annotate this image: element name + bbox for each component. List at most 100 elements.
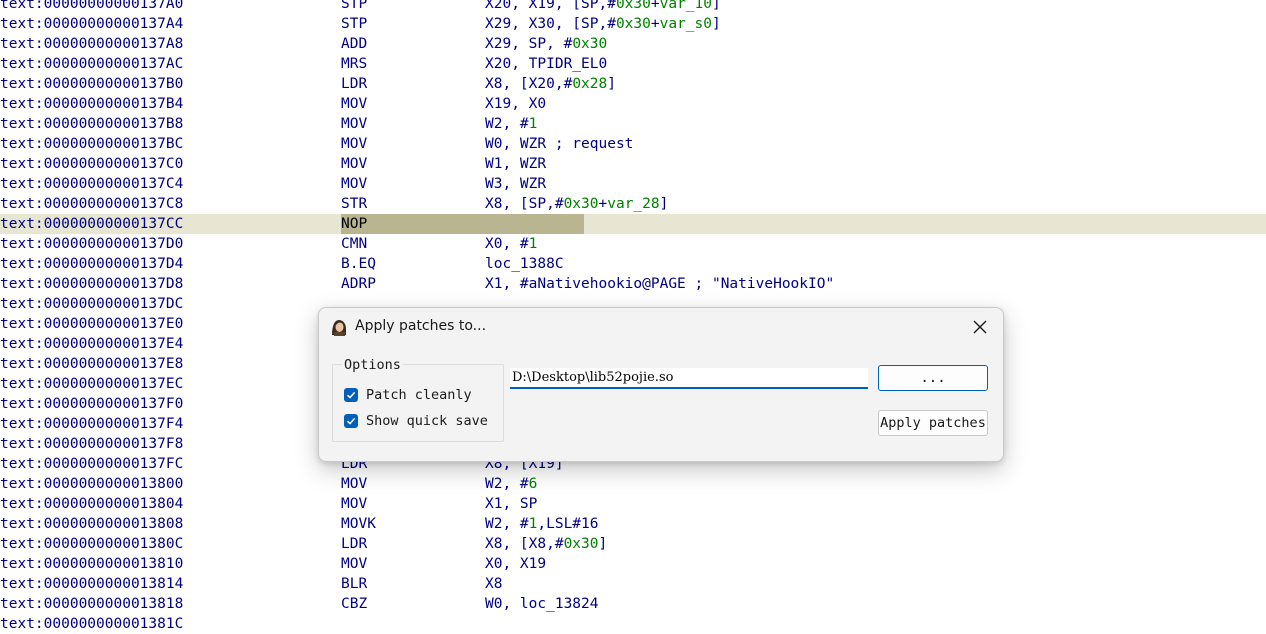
line-operands: X19, X0	[485, 94, 546, 114]
listing-line[interactable]: text:00000000000137C8 STR X8, [SP,#0x30+va…	[0, 194, 1266, 214]
line-address: text:00000000000137C8	[0, 196, 184, 212]
line-mnemonic: MOV	[341, 96, 368, 112]
line-operands: X1, #aNativehookio@PAGE ; "NativeHookIO"	[485, 274, 834, 294]
line-operands: X8, [SP,#0x30+var_28]	[485, 194, 668, 214]
listing-line[interactable]: text:00000000000137A0 STP X20, X19, [SP,#0…	[0, 0, 1266, 14]
operand-token: 0x30	[615, 16, 651, 32]
line-address: text:00000000000137B8	[0, 116, 184, 132]
line-comment: ; request	[554, 136, 634, 152]
operand-token: ]	[598, 536, 608, 552]
listing-line[interactable]: text:0000000000013814 BLR X8	[0, 574, 1266, 594]
operand-token: +	[650, 16, 660, 32]
line-address: text:00000000000137B4	[0, 96, 184, 112]
operand-token: 6	[528, 476, 538, 492]
listing-line[interactable]: text:00000000000137AC MRS X20, TPIDR_EL0	[0, 54, 1266, 74]
line-mnemonic: LDR	[341, 76, 368, 92]
show-quick-save-checkbox[interactable]: Show quick save	[344, 412, 488, 430]
apply-patches-button[interactable]: Apply patches	[878, 410, 988, 436]
operand-token: W2, #	[485, 476, 529, 492]
listing-line[interactable]: text:00000000000137C0 MOV W1, WZR	[0, 154, 1266, 174]
line-operands: X1, SP	[485, 494, 537, 514]
line-mnemonic: ADD	[341, 36, 368, 52]
close-button[interactable]	[967, 314, 993, 340]
line-address: text:0000000000013804	[0, 496, 184, 512]
operand-token: X8, [X20,#	[485, 76, 573, 92]
listing-line[interactable]: text:0000000000013818 CBZ W0, loc_13824	[0, 594, 1266, 614]
line-address: text:00000000000137DC	[0, 296, 184, 312]
line-address: text:0000000000013800	[0, 476, 184, 492]
listing-line[interactable]: text:00000000000137D4 B.EQ loc_1388C	[0, 254, 1266, 274]
line-address: text:00000000000137C4	[0, 176, 184, 192]
line-address: text:00000000000137D4	[0, 256, 184, 272]
operand-token: var_28	[607, 196, 660, 212]
line-operands: X20, TPIDR_EL0	[485, 54, 607, 74]
listing-line[interactable]: text:00000000000137D8 ADRP X1, #aNativehoo…	[0, 274, 1266, 294]
listing-line[interactable]: text:00000000000137A4 STP X29, X30, [SP,#0…	[0, 14, 1266, 34]
operand-token: X19, X0	[485, 96, 547, 112]
listing-line[interactable]: text:00000000000137A8 ADD X29, SP, #0x30	[0, 34, 1266, 54]
line-operands: W3, WZR	[485, 174, 546, 194]
line-mnemonic: MRS	[341, 56, 368, 72]
line-mnemonic: MOV	[341, 136, 368, 152]
line-address: text:00000000000137F0	[0, 396, 184, 412]
close-icon	[973, 320, 987, 334]
dialog-title-bar[interactable]: Apply patches to...	[319, 308, 1003, 346]
listing-line[interactable]: text:00000000000137C4 MOV W3, WZR	[0, 174, 1266, 194]
patch-cleanly-checkbox[interactable]: Patch cleanly	[344, 386, 472, 404]
listing-line[interactable]: text:00000000000137B8 MOV W2, #1	[0, 114, 1266, 134]
line-mnemonic: MOV	[341, 156, 368, 172]
operand-token: ]	[712, 16, 721, 32]
patch-cleanly-label: Patch cleanly	[366, 387, 472, 403]
line-address: text:00000000000137F4	[0, 416, 184, 432]
line-operands: X20, X19, [SP,#0x30+var_10]	[485, 0, 721, 14]
line-address: text:00000000000137D8	[0, 276, 184, 292]
listing-line[interactable]: text:0000000000013800 MOV W2, #6	[0, 474, 1266, 494]
line-mnemonic: ADRP	[341, 276, 376, 292]
line-mnemonic: NOP	[341, 214, 584, 234]
line-operands: W2, #6	[485, 474, 537, 494]
line-operands: X29, X30, [SP,#0x30+var_s0]	[485, 14, 721, 34]
operand-token: X1, SP	[485, 496, 538, 512]
operand-token: W0, loc_13824	[485, 596, 599, 612]
line-address: text:00000000000137EC	[0, 376, 184, 392]
line-operands: W2, #1,LSL#16	[485, 514, 599, 534]
browse-button[interactable]: ...	[878, 365, 988, 391]
operand-token: W2, #	[485, 116, 529, 132]
line-address: text:00000000000137B0	[0, 76, 184, 92]
listing-line-current[interactable]: text:00000000000137CC NOP	[0, 214, 1266, 234]
output-path-input[interactable]	[510, 368, 868, 389]
operand-token: 1	[528, 236, 538, 252]
listing-line[interactable]: text:00000000000137D0 CMN X0, #1	[0, 234, 1266, 254]
operand-token: +	[650, 0, 660, 12]
dialog-title: Apply patches to...	[355, 318, 487, 334]
listing-line[interactable]: text:00000000000137B0 LDR X8, [X20,#0x28]	[0, 74, 1266, 94]
listing-line[interactable]: text:0000000000013810 MOV X0, X19	[0, 554, 1266, 574]
line-mnemonic: STR	[341, 196, 368, 212]
operand-token: ]	[659, 196, 669, 212]
operand-token: 0x28	[572, 76, 608, 92]
operand-token: ]	[607, 76, 616, 92]
line-operands: W0, WZR ; request	[485, 134, 633, 154]
line-mnemonic: BLR	[341, 576, 368, 592]
line-address: text:00000000000137E0	[0, 316, 184, 332]
listing-line[interactable]: text:0000000000013808 MOVK W2, #1,LSL#16	[0, 514, 1266, 534]
line-operands: X0, #1	[485, 234, 537, 254]
checkbox-checked-icon	[344, 388, 358, 402]
operand-token: X1, #aNativehookio@PAGE	[485, 276, 695, 292]
line-operands: X29, SP, #0x30	[485, 34, 607, 54]
listing-line[interactable]: text:0000000000013804 MOV X1, SP	[0, 494, 1266, 514]
line-operands: loc_1388C	[485, 254, 564, 274]
line-address: text:0000000000013818	[0, 596, 184, 612]
listing-line[interactable]: text:00000000000137BC MOV W0, WZR ; reques…	[0, 134, 1266, 154]
line-mnemonic: LDR	[341, 536, 368, 552]
listing-line[interactable]: text:00000000000137B4 MOV X19, X0	[0, 94, 1266, 114]
line-mnemonic: MOVK	[341, 516, 376, 532]
operand-token: W0, WZR	[485, 136, 555, 152]
listing-line[interactable]: text:000000000001380C LDR X8, [X8,#0x30]	[0, 534, 1266, 554]
operand-token: 1	[528, 116, 538, 132]
line-mnemonic: CMN	[341, 236, 368, 252]
listing-line[interactable]: text:000000000001381C	[0, 614, 1266, 634]
operand-token: X0, X19	[485, 556, 547, 572]
operand-token: X29, SP, #	[485, 36, 573, 52]
line-operands: W0, loc_13824	[485, 594, 599, 614]
